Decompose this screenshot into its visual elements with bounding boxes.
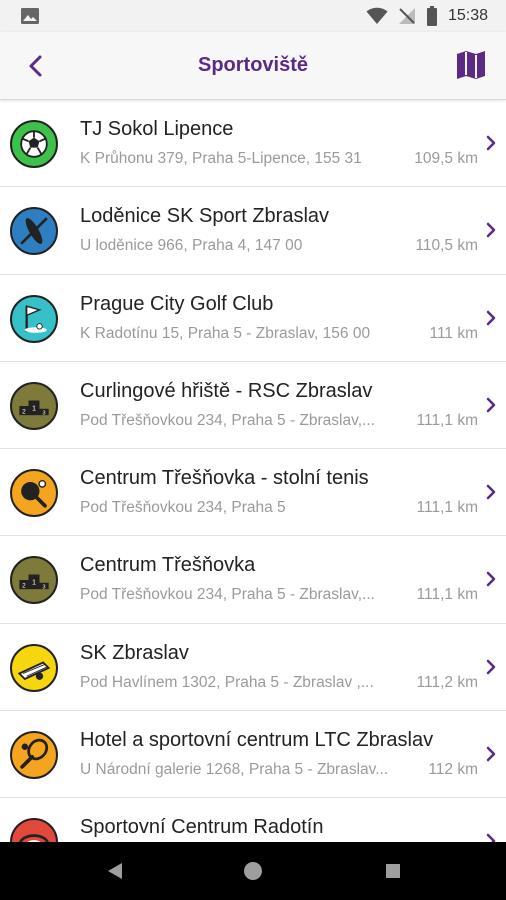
navigation-bar: [0, 842, 506, 900]
chevron-right-icon: [486, 223, 496, 238]
list-item[interactable]: SK Zbraslav Pod Havlínem 1302, Praha 5 - …: [0, 624, 506, 712]
wifi-icon: [366, 7, 388, 24]
venue-address: Pod Havlínem 1302, Praha 5 - Zbraslav ,.…: [80, 673, 374, 691]
stadium-icon: [10, 818, 58, 842]
venue-address: K Radotínu 15, Praha 5 - Zbraslav, 156 0…: [80, 324, 371, 342]
chevron-right-icon: [486, 572, 496, 587]
svg-text:2: 2: [22, 408, 26, 415]
svg-text:2: 2: [22, 583, 26, 590]
soccer-goal-icon: [10, 643, 58, 692]
podium-icon: 12 3: [10, 556, 58, 605]
image-notification-icon: [21, 8, 39, 24]
venue-distance: 111,1 km: [416, 586, 478, 604]
svg-text:3: 3: [43, 410, 46, 416]
map-icon[interactable]: [454, 48, 488, 82]
venue-name: Prague City Golf Club: [80, 292, 274, 315]
golf-flag-icon: [10, 294, 58, 343]
venue-address: Pod Třešňovkou 234, Praha 5: [80, 499, 286, 517]
venue-distance: 111,2 km: [416, 673, 478, 691]
venue-name: Centrum Třešňovka - stolní tenis: [80, 467, 369, 490]
chevron-right-icon: [486, 834, 496, 842]
list-item[interactable]: Hotel a sportovní centrum LTC Zbraslav U …: [0, 711, 506, 799]
venue-name: Hotel a sportovní centrum LTC Zbraslav: [80, 729, 434, 752]
tennis-racket-icon: [10, 731, 58, 780]
venue-list: TJ Sokol Lipence K Průhonu 379, Praha 5-L…: [0, 100, 506, 842]
svg-text:1: 1: [32, 403, 36, 412]
venue-name: Loděnice SK Sport Zbraslav: [80, 205, 330, 228]
list-item[interactable]: Sportovní Centrum Radotín: [0, 798, 506, 842]
chevron-right-icon: [486, 310, 496, 325]
clock: 15:38: [447, 7, 488, 24]
venue-address: Pod Třešňovkou 234, Praha 5 - Zbraslav,.…: [80, 586, 375, 604]
venue-address: U loděnice 966, Praha 4, 147 00: [80, 237, 303, 255]
venue-name: TJ Sokol Lipence: [80, 118, 234, 140]
venue-distance: 110,5 km: [415, 237, 478, 255]
list-item[interactable]: TJ Sokol Lipence K Průhonu 379, Praha 5-L…: [0, 100, 506, 188]
home-nav-icon[interactable]: [242, 860, 264, 882]
venue-distance: 111,1 km: [416, 411, 478, 429]
page-title: Sportoviště: [197, 54, 309, 76]
app-bar: Sportoviště: [0, 32, 506, 100]
podium-icon: 12 3: [10, 381, 58, 430]
chevron-right-icon: [486, 397, 496, 413]
list-item[interactable]: Loděnice SK Sport Zbraslav U loděnice 966…: [0, 187, 506, 275]
venue-name: Curlingové hřiště - RSC Zbraslav: [80, 379, 373, 402]
svg-text:1: 1: [32, 578, 36, 587]
soccer-ball-icon: [10, 120, 58, 168]
venue-distance: 109,5 km: [414, 150, 478, 167]
chevron-right-icon: [486, 135, 496, 151]
venue-name: SK Zbraslav: [80, 641, 189, 664]
table-tennis-icon: [10, 469, 58, 518]
venue-address: U Národní galerie 1268, Praha 5 - Zbrasl…: [80, 761, 389, 779]
battery-icon: [426, 6, 437, 26]
list-item[interactable]: Centrum Třešňovka - stolní tenis Pod Třeš…: [0, 449, 506, 537]
list-item[interactable]: 1 2 3 Centrum Třešňovka Pod Třešňovkou 234, …: [0, 536, 506, 624]
venue-distance: 111,1 km: [416, 499, 478, 517]
venue-distance: 112 km: [428, 761, 478, 779]
chevron-right-icon: [486, 484, 496, 500]
kayak-icon: [10, 207, 58, 256]
no-signal-icon: [398, 8, 415, 24]
venue-address: Pod Třešňovkou 234, Praha 5 - Zbraslav,.…: [80, 411, 375, 429]
venue-name: Centrum Třešňovka: [80, 554, 256, 577]
back-nav-icon[interactable]: [104, 860, 126, 882]
list-item[interactable]: Prague City Golf Club K Radotínu 15, Prah…: [0, 275, 506, 362]
venue-distance: 111 km: [429, 324, 478, 342]
venue-name: Sportovní Centrum Radotín: [80, 816, 324, 839]
venue-address: K Průhonu 379, Praha 5-Lipence, 155 31: [80, 150, 362, 167]
status-bar: 15:38: [0, 0, 506, 32]
list-item[interactable]: 1 2 3 Curlingové hřiště - RSC Zbraslav Pod T…: [0, 362, 506, 450]
chevron-right-icon: [486, 746, 496, 762]
chevron-right-icon: [486, 659, 496, 675]
recents-nav-icon[interactable]: [382, 860, 404, 882]
svg-text:3: 3: [43, 585, 46, 591]
